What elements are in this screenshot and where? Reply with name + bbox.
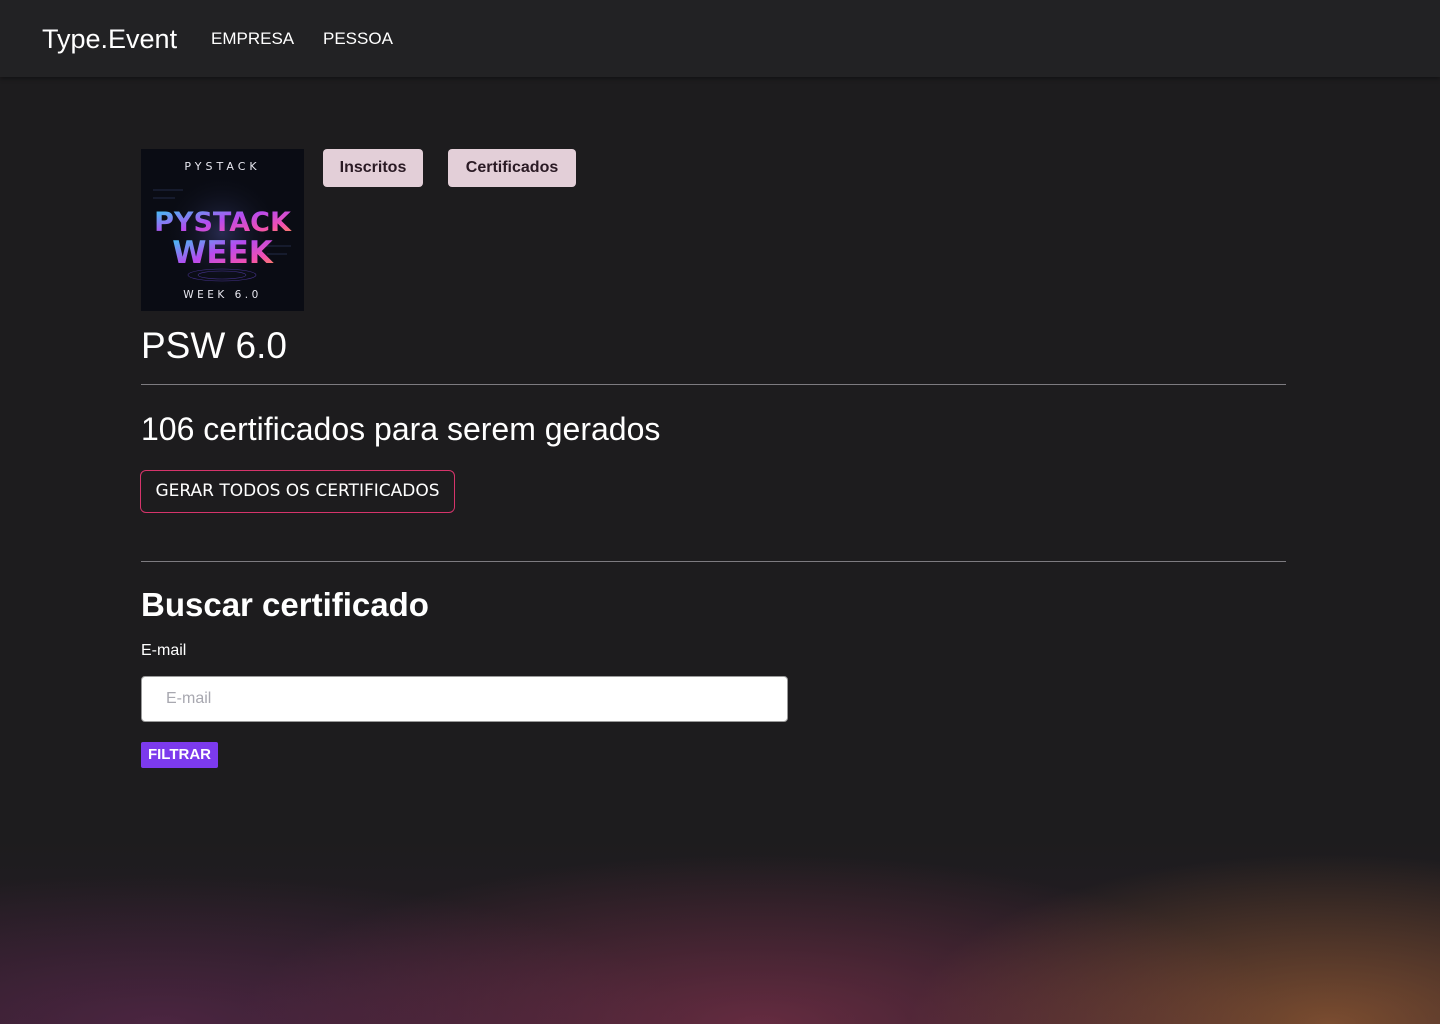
nav-link-empresa[interactable]: EMPRESA	[211, 29, 294, 49]
top-navbar: Type.Event EMPRESA PESSOA	[0, 0, 1440, 77]
section-divider	[141, 384, 1286, 385]
poster-logo-line-1: PYSTACK	[154, 207, 292, 238]
certificados-button[interactable]: Certificados	[448, 149, 576, 187]
brand-logo-link[interactable]: Type.Event	[42, 22, 177, 56]
section-divider	[141, 561, 1286, 562]
event-poster-image: PYSTACK PYSTACK WEEK WEEK 6.0	[141, 149, 304, 311]
email-label: E-mail	[141, 642, 187, 659]
event-title: PSW 6.0	[141, 325, 287, 366]
inscritos-button[interactable]: Inscritos	[323, 149, 423, 187]
nav-link-pessoa[interactable]: PESSOA	[323, 29, 393, 49]
filter-button[interactable]: FILTRAR	[141, 742, 218, 768]
poster-logo-line-2: WEEK	[172, 235, 274, 271]
certificates-pending-count: 106 certificados para serem gerados	[141, 411, 661, 447]
poster-bottom-text: WEEK 6.0	[183, 289, 262, 301]
poster-top-text: PYSTACK	[184, 160, 260, 173]
generate-all-certificates-button[interactable]: GERAR TODOS OS CERTIFICADOS	[140, 470, 455, 513]
email-input[interactable]	[141, 676, 788, 722]
search-certificate-heading: Buscar certificado	[141, 586, 429, 623]
